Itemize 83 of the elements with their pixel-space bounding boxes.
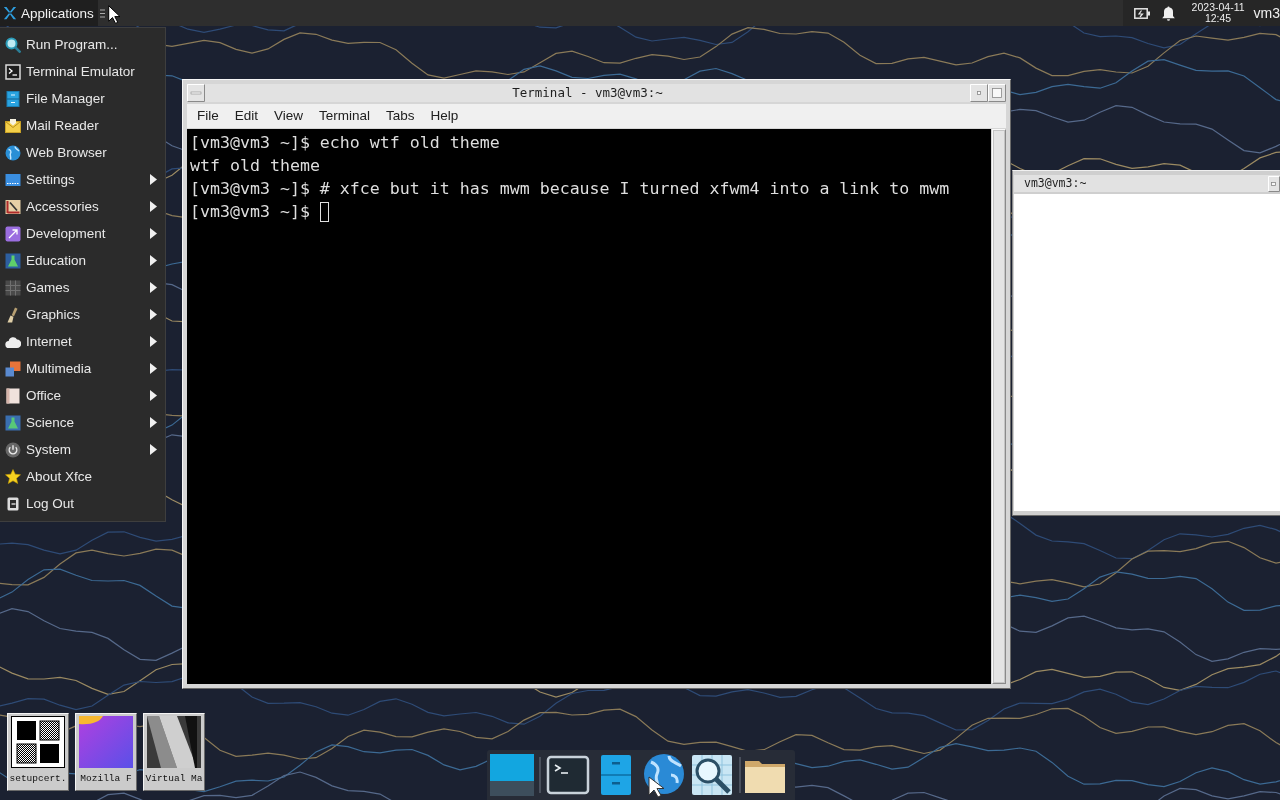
title-bar[interactable]: vm3@vm3:~: [1014, 175, 1280, 192]
window-title: Terminal - vm3@vm3:~: [511, 84, 664, 102]
menu-item[interactable]: Multimedia: [0, 355, 165, 382]
flask-icon: [5, 252, 21, 269]
file-cabinet-icon[interactable]: [600, 753, 632, 797]
submenu-arrow-icon: [150, 228, 157, 239]
terminal-text: [vm3@vm3 ~]$ echo wtf old theme: [190, 132, 500, 154]
menu-bar-item[interactable]: Help: [422, 104, 467, 128]
terminal-text: [vm3@vm3 ~]$ # xfce but it has mwm because I turned xfwm4 into a link to mwm: [190, 178, 950, 200]
minimized-window[interactable]: Virtual Ma: [143, 713, 205, 791]
battery-icon[interactable]: [1133, 6, 1150, 20]
menu-item[interactable]: Office: [0, 382, 165, 409]
menu-item[interactable]: Settings: [0, 166, 165, 193]
maximize-button[interactable]: [988, 84, 1006, 102]
window-menu-button[interactable]: [187, 84, 205, 102]
monitor-icon: [5, 171, 21, 188]
window-title: vm3@vm3:~: [1023, 175, 1088, 192]
menu-bar-item[interactable]: Edit: [226, 104, 267, 128]
gradient-tile-icon: [79, 716, 133, 768]
minimize-button[interactable]: [970, 84, 988, 102]
mouse-pointer-icon: [108, 5, 120, 24]
logout-icon: [5, 495, 21, 512]
menu-bar-item[interactable]: File: [189, 104, 227, 128]
star-icon: [5, 468, 21, 485]
bell-icon[interactable]: [1161, 5, 1175, 21]
menu-item[interactable]: System: [0, 436, 165, 463]
search-icon: [5, 36, 21, 53]
submenu-arrow-icon: [150, 255, 157, 266]
minimized-window[interactable]: setupcert.: [7, 713, 69, 791]
menu-bar-item[interactable]: View: [266, 104, 312, 128]
menu-item[interactable]: Science: [0, 409, 165, 436]
menu-item[interactable]: File Manager: [0, 85, 165, 112]
minimize-button[interactable]: [1268, 175, 1280, 192]
file-cabinet-icon: [5, 90, 21, 107]
terminal-text: wtf old theme: [190, 155, 320, 177]
four-squares-icon: [11, 716, 65, 768]
submenu-arrow-icon: [150, 309, 157, 320]
terminal-icon: [5, 63, 21, 80]
panel-handle-icon[interactable]: [99, 8, 105, 18]
cross-logo-icon: [3, 6, 17, 20]
menu-item[interactable]: About Xfce: [0, 463, 165, 490]
clock[interactable]: 2023-04-11 12:45: [1191, 2, 1245, 24]
power-icon: [5, 441, 21, 458]
menu-item[interactable]: Web Browser: [0, 139, 165, 166]
menu-item[interactable]: Run Program...: [0, 31, 165, 58]
globe-icon: [5, 144, 21, 161]
submenu-arrow-icon: [150, 282, 157, 293]
submenu-arrow-icon: [150, 390, 157, 401]
menu-item[interactable]: Mail Reader: [0, 112, 165, 139]
flask-icon: [5, 414, 21, 431]
menu-item[interactable]: Log Out: [0, 490, 165, 517]
submenu-arrow-icon: [150, 417, 157, 428]
display-icon[interactable]: [490, 753, 534, 797]
grid-icon: [5, 279, 21, 296]
media-tiles-icon: [5, 360, 21, 377]
submenu-arrow-icon: [150, 336, 157, 347]
submenu-arrow-icon: [150, 363, 157, 374]
menu-item[interactable]: Internet: [0, 328, 165, 355]
arrow-tile-icon: [5, 225, 21, 242]
minimized-window[interactable]: Mozilla F: [75, 713, 137, 791]
menu-item[interactable]: Graphics: [0, 301, 165, 328]
menu-item[interactable]: Development: [0, 220, 165, 247]
title-bar[interactable]: Terminal - vm3@vm3:~: [187, 84, 1006, 102]
envelope-icon: [5, 117, 21, 134]
menu-item[interactable]: Terminal Emulator: [0, 58, 165, 85]
menu-item[interactable]: Games: [0, 274, 165, 301]
menu-item[interactable]: Accessories: [0, 193, 165, 220]
submenu-arrow-icon: [150, 444, 157, 455]
terminal-icon[interactable]: [546, 753, 590, 797]
menu-bar-item[interactable]: Terminal: [311, 104, 379, 128]
menu-item[interactable]: Education: [0, 247, 165, 274]
diagonal-bands-icon: [147, 716, 201, 768]
document-icon: [5, 387, 21, 404]
applications-button[interactable]: Applications: [0, 0, 98, 26]
user-menu-button[interactable]: vm3: [1253, 5, 1280, 21]
submenu-arrow-icon: [150, 201, 157, 212]
globe-icon[interactable]: [641, 753, 686, 797]
ruler-pencil-icon: [5, 198, 21, 215]
terminal-text: [vm3@vm3 ~]$: [190, 201, 310, 223]
scrollbar[interactable]: [992, 129, 1006, 684]
search-icon[interactable]: [690, 753, 734, 797]
submenu-arrow-icon: [150, 174, 157, 185]
menu-bar-item[interactable]: Tabs: [378, 104, 423, 128]
